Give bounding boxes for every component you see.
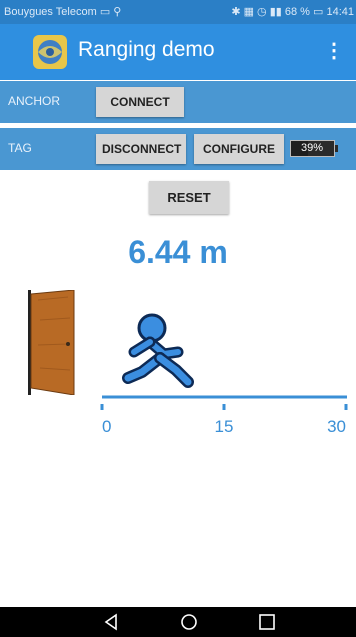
back-triangle-icon[interactable] — [100, 611, 122, 633]
system-nav-bar — [0, 607, 356, 637]
reset-button[interactable]: RESET — [149, 181, 229, 214]
scale-ticks: 0 15 30 — [100, 404, 348, 436]
status-icons: ✱ ▦ ◷ ▮▮ — [231, 6, 285, 18]
door-icon — [28, 290, 75, 395]
scale-tick-label: 15 — [215, 417, 234, 436]
app-title: Ranging demo — [78, 38, 215, 61]
tag-label: TAG — [8, 141, 32, 155]
home-circle-icon[interactable] — [178, 611, 200, 633]
scale-tick-label: 30 — [327, 417, 346, 436]
runner-icon — [122, 313, 194, 388]
status-bar: Bouygues Telecom ▭ ⚲ ✱ ▦ ◷ ▮▮ 68 % ▭ 14:… — [0, 0, 356, 24]
tag-battery-indicator: 39% — [290, 140, 338, 157]
recents-square-icon[interactable] — [256, 611, 278, 633]
tag-battery-text: 39% — [301, 142, 324, 154]
notification-icons: ▭ ⚲ — [99, 6, 122, 18]
distance-scale: 0 15 30 — [100, 395, 348, 436]
distance-readout: 6.44 m — [128, 234, 228, 270]
connect-button[interactable]: CONNECT — [96, 87, 184, 117]
clock: 14:41 — [326, 6, 354, 18]
battery-percent: 68 % — [284, 6, 310, 18]
app-bar: Ranging demo ⋮ — [0, 24, 356, 80]
battery-nub — [335, 145, 338, 152]
configure-button[interactable]: CONFIGURE — [194, 134, 284, 164]
app-logo-icon — [33, 35, 67, 69]
battery-icon: ▭ — [313, 6, 327, 18]
status-left: Bouygues Telecom ▭ ⚲ — [4, 5, 121, 18]
carrier-name: Bouygues Telecom — [4, 6, 97, 18]
tag-bar: TAG DISCONNECT CONFIGURE 39% — [0, 128, 356, 170]
anchor-bar: ANCHOR CONNECT — [0, 81, 356, 123]
status-right: ✱ ▦ ◷ ▮▮ 68 % ▭ 14:41 — [231, 5, 354, 18]
overflow-menu-icon[interactable]: ⋮ — [324, 38, 344, 63]
anchor-label: ANCHOR — [8, 94, 61, 108]
scale-tick-label: 0 — [102, 417, 111, 436]
disconnect-button[interactable]: DISCONNECT — [96, 134, 186, 164]
